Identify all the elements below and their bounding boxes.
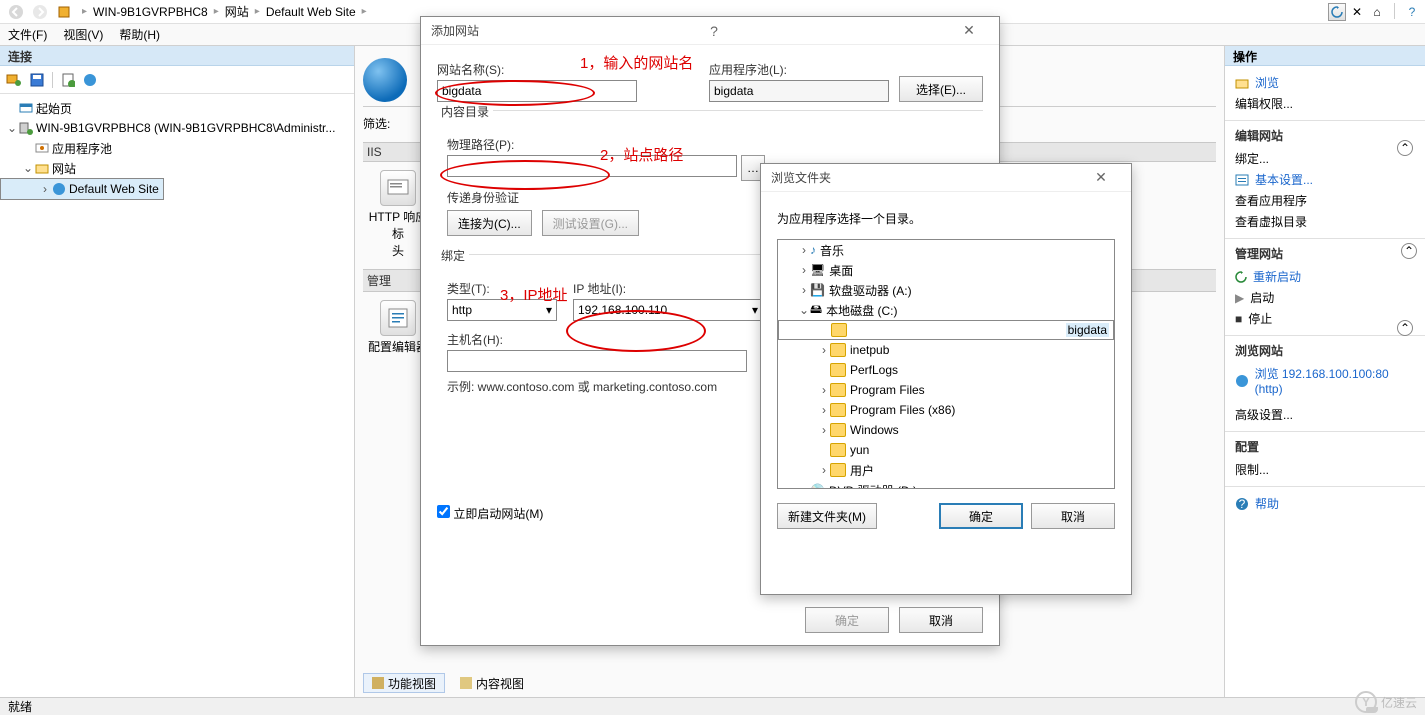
act-stop[interactable]: ■停止 <box>1235 308 1415 329</box>
dialog2-title-bar[interactable]: 浏览文件夹 ✕ <box>761 164 1131 192</box>
breadcrumb[interactable]: 网站 <box>225 3 249 20</box>
server-icon <box>52 2 76 22</box>
home-icon[interactable]: ⌂ <box>1368 3 1386 21</box>
status-bar: 就绪 <box>0 697 1425 715</box>
ft-pf[interactable]: ›Program Files <box>778 380 1114 400</box>
breadcrumb[interactable]: WIN-9B1GVRPBHC8 <box>93 5 208 19</box>
host-input[interactable] <box>447 350 747 372</box>
breadcrumb[interactable]: Default Web Site <box>266 5 356 19</box>
tree-sites[interactable]: ⌄网站 <box>0 158 354 178</box>
ft-windows[interactable]: ›Windows <box>778 420 1114 440</box>
type-label: 类型(T): <box>447 280 557 297</box>
act-browse[interactable]: 浏览 <box>1235 72 1415 93</box>
type-select[interactable]: http▾ <box>447 299 557 321</box>
act-start[interactable]: ▶启动 <box>1235 287 1415 308</box>
browse-folder-dialog: 浏览文件夹 ✕ 为应用程序选择一个目录。 ›♪音乐 ›🖥桌面 ›💾软盘驱动器 (… <box>760 163 1132 595</box>
sep: ▸ <box>82 6 87 17</box>
act-editsite-title: 编辑网站 <box>1235 127 1415 144</box>
test-settings-button: 测试设置(G)... <box>542 210 639 236</box>
ip-label: IP 地址(I): <box>573 280 763 297</box>
ft-desktop[interactable]: ›🖥桌面 <box>778 260 1114 280</box>
collapse-icon[interactable]: ⌃ <box>1397 320 1413 336</box>
dialog2-cancel-button[interactable]: 取消 <box>1031 503 1115 529</box>
sitename-label: 网站名称(S): <box>437 61 699 78</box>
refresh-icon[interactable] <box>61 73 75 87</box>
act-manage-title: 管理网站 <box>1235 245 1415 262</box>
ip-select[interactable]: 192.168.100.110▾ <box>573 299 763 321</box>
ft-perflogs[interactable]: PerfLogs <box>778 360 1114 380</box>
ft-floppy[interactable]: ›💾软盘驱动器 (A:) <box>778 280 1114 300</box>
dialog-title-bar[interactable]: 添加网站 ? ✕ <box>421 17 999 45</box>
watermark: Y亿速云 <box>1355 691 1417 713</box>
dialog2-ok-button[interactable]: 确定 <box>939 503 1023 529</box>
tree-app-pool[interactable]: 应用程序池 <box>0 138 354 158</box>
ft-inetpub[interactable]: ›inetpub <box>778 340 1114 360</box>
help-icon[interactable]: ? <box>694 23 734 39</box>
ft-pf86[interactable]: ›Program Files (x86) <box>778 400 1114 420</box>
collapse-icon[interactable]: ⌃ <box>1401 243 1417 259</box>
nav-back-icon[interactable] <box>4 2 28 22</box>
act-viewapp[interactable]: 查看应用程序 <box>1235 190 1415 211</box>
nav-fwd-icon[interactable] <box>28 2 52 22</box>
ft-user[interactable]: ›用户 <box>778 460 1114 480</box>
menu-file[interactable]: 文件(F) <box>8 26 47 43</box>
connections-toolbar <box>0 66 354 94</box>
act-help[interactable]: ?帮助 <box>1235 493 1415 514</box>
close-icon[interactable]: ✕ <box>949 22 989 39</box>
act-browse-http[interactable]: 浏览 192.168.100.100:80 (http) <box>1235 363 1415 398</box>
view-content[interactable]: 内容视图 <box>451 673 533 693</box>
menu-help[interactable]: 帮助(H) <box>119 26 160 43</box>
autostart-checkbox[interactable]: 立即启动网站(M) <box>437 507 543 521</box>
select-apppool-button[interactable]: 选择(E)... <box>899 76 983 102</box>
actions-header: 操作 <box>1225 46 1425 66</box>
tree-start-page[interactable]: 起始页 <box>0 98 354 118</box>
globe-icon <box>363 58 407 102</box>
act-advanced[interactable]: 高级设置... <box>1235 404 1415 425</box>
new-folder-button[interactable]: 新建文件夹(M) <box>777 503 877 529</box>
view-features[interactable]: 功能视图 <box>363 673 445 693</box>
act-limit[interactable]: 限制... <box>1235 459 1415 480</box>
world-icon[interactable] <box>83 73 97 87</box>
connect-icon[interactable] <box>6 73 22 87</box>
act-viewvd[interactable]: 查看虚拟目录 <box>1235 211 1415 232</box>
ft-music[interactable]: ›♪音乐 <box>778 240 1114 260</box>
apppool-input <box>709 80 889 102</box>
act-restart[interactable]: 重新启动 <box>1235 266 1415 287</box>
help-icon[interactable]: ? <box>1403 3 1421 21</box>
path-input[interactable] <box>447 155 737 177</box>
actions-panel: 操作 浏览 编辑权限... 编辑网站 绑定... 基本设置... 查看应用程序 … <box>1225 46 1425 697</box>
connections-header: 连接 <box>0 46 354 66</box>
close-icon[interactable]: ✕ <box>1081 169 1121 186</box>
browse-prompt: 为应用程序选择一个目录。 <box>777 210 1115 227</box>
svg-text:?: ? <box>1239 497 1246 511</box>
act-browsesite-title: 浏览网站 <box>1235 342 1415 359</box>
path-label: 物理路径(P): <box>447 136 983 153</box>
ft-yun[interactable]: yun <box>778 440 1114 460</box>
filter-label: 筛选: <box>363 115 390 132</box>
stop-icon[interactable]: ✕ <box>1348 3 1366 21</box>
sitename-input[interactable] <box>437 80 637 102</box>
menu-view[interactable]: 视图(V) <box>63 26 103 43</box>
dialog1-cancel-button[interactable]: 取消 <box>899 607 983 633</box>
refresh-icon[interactable] <box>1328 3 1346 21</box>
act-basic[interactable]: 基本设置... <box>1235 169 1415 190</box>
dialog1-ok-button: 确定 <box>805 607 889 633</box>
connections-panel: 连接 起始页 ⌄WIN-9B1GVRPBHC8 (WIN-9B1GVRPBHC8… <box>0 46 355 697</box>
tree-server[interactable]: ⌄WIN-9B1GVRPBHC8 (WIN-9B1GVRPBHC8\Admini… <box>0 118 354 138</box>
act-config-title: 配置 <box>1235 438 1415 455</box>
ft-dvd[interactable]: ›💿DVD 驱动器 (D:) <box>778 480 1114 489</box>
act-editperm[interactable]: 编辑权限... <box>1235 93 1415 114</box>
apppool-label: 应用程序池(L): <box>709 61 889 78</box>
folder-tree[interactable]: ›♪音乐 ›🖥桌面 ›💾软盘驱动器 (A:) ⌄🖴本地磁盘 (C:) bigda… <box>777 239 1115 489</box>
ft-cdrive[interactable]: ⌄🖴本地磁盘 (C:) <box>778 300 1114 320</box>
connect-as-button[interactable]: 连接为(C)... <box>447 210 532 236</box>
collapse-icon[interactable]: ⌃ <box>1397 140 1413 156</box>
connections-tree: 起始页 ⌄WIN-9B1GVRPBHC8 (WIN-9B1GVRPBHC8\Ad… <box>0 94 354 204</box>
act-binding[interactable]: 绑定... <box>1235 148 1415 169</box>
ft-bigdata[interactable]: bigdata <box>778 320 1114 340</box>
save-icon[interactable] <box>30 73 44 87</box>
tree-default-site[interactable]: ›Default Web Site <box>0 178 164 200</box>
